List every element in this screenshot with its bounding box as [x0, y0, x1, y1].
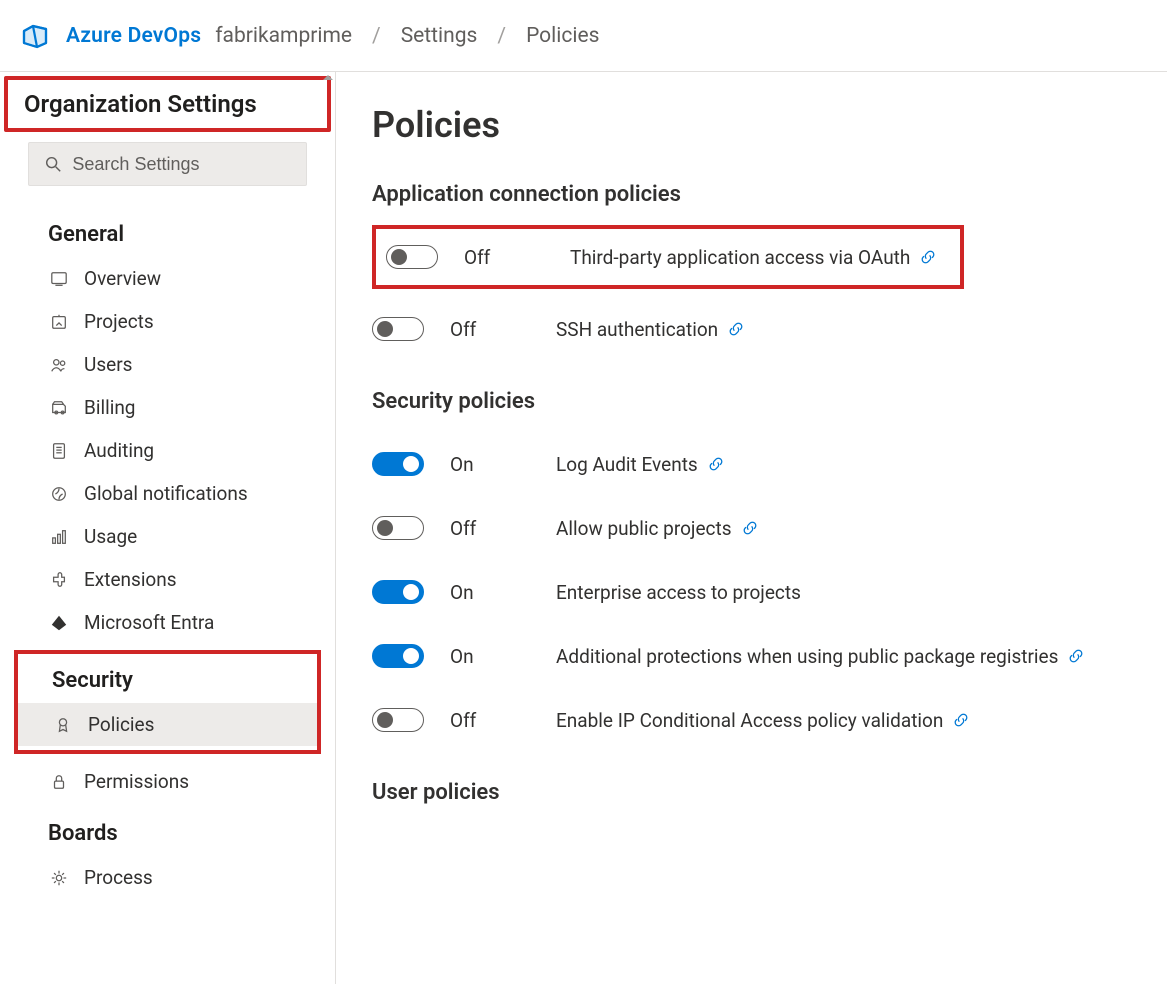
- toggle-state-entacc: On: [450, 581, 538, 604]
- toggle-state-pubproj: Off: [450, 517, 538, 540]
- toggle-state-pkgprot: On: [450, 645, 538, 668]
- sidebar-item-users[interactable]: Users: [0, 343, 335, 386]
- sidebar-item-label: Projects: [84, 310, 154, 333]
- link-icon[interactable]: [953, 712, 969, 728]
- toggle-ipcap[interactable]: [372, 708, 424, 732]
- users-icon: [48, 354, 70, 376]
- azure-devops-logo-icon: [18, 19, 52, 53]
- sidebar-item-billing[interactable]: Billing: [0, 386, 335, 429]
- sidebar-item-usage[interactable]: Usage: [0, 515, 335, 558]
- org-settings-highlight: Organization Settings: [4, 76, 331, 132]
- sidebar-item-auditing[interactable]: Auditing: [0, 429, 335, 472]
- policy-ipcap-row: Off Enable IP Conditional Access policy …: [372, 688, 1131, 752]
- policy-label-pubproj: Allow public projects: [556, 517, 732, 540]
- content-area: Policies Application connection policies…: [336, 72, 1167, 984]
- sidebar-item-label: Policies: [88, 713, 154, 736]
- sidebar-item-overview[interactable]: Overview: [0, 257, 335, 300]
- breadcrumb-org[interactable]: fabrikamprime: [215, 24, 352, 48]
- sidebar-item-label: Permissions: [84, 770, 189, 793]
- sidebar-item-entra[interactable]: Microsoft Entra: [0, 601, 335, 644]
- search-icon: [43, 153, 62, 175]
- breadcrumb-policies[interactable]: Policies: [526, 24, 599, 48]
- page-title: Policies: [372, 104, 1131, 146]
- sidebar-item-process[interactable]: Process: [0, 856, 335, 899]
- policy-label-audit: Log Audit Events: [556, 453, 698, 476]
- sidebar-item-projects[interactable]: Projects: [0, 300, 335, 343]
- auditing-icon: [48, 440, 70, 462]
- link-icon[interactable]: [708, 456, 724, 472]
- toggle-state-audit: On: [450, 453, 538, 476]
- section-app-conn-title: Application connection policies: [372, 182, 1131, 207]
- toggle-ssh[interactable]: [372, 317, 424, 341]
- process-icon: [48, 867, 70, 889]
- group-general-title: General: [0, 204, 335, 257]
- sidebar-item-label: Overview: [84, 267, 161, 290]
- policy-label-entacc: Enterprise access to projects: [556, 581, 801, 604]
- permissions-icon: [48, 771, 70, 793]
- policies-icon: [52, 714, 74, 736]
- policy-oauth-highlight: Off Third-party application access via O…: [372, 225, 964, 289]
- link-icon[interactable]: [742, 520, 758, 536]
- sidebar[interactable]: Organization Settings General Overview: [0, 72, 336, 984]
- policy-pkgprot-row: On Additional protections when using pub…: [372, 624, 1131, 688]
- policy-entacc-row: On Enterprise access to projects: [372, 560, 1131, 624]
- policy-audit-row: On Log Audit Events: [372, 432, 1131, 496]
- toggle-oauth[interactable]: [386, 245, 438, 269]
- policy-pubproj-row: Off Allow public projects: [372, 496, 1131, 560]
- sidebar-item-label: Billing: [84, 396, 135, 419]
- toggle-state-ipcap: Off: [450, 709, 538, 732]
- policy-label-oauth: Third-party application access via OAuth: [570, 246, 910, 269]
- top-bar: Azure DevOps fabrikamprime / Settings / …: [0, 0, 1167, 72]
- sidebar-item-label: Users: [84, 353, 132, 376]
- notifications-icon: [48, 483, 70, 505]
- sidebar-item-policies[interactable]: Policies: [18, 703, 317, 746]
- sidebar-item-label: Global notifications: [84, 482, 248, 505]
- entra-icon: [48, 612, 70, 634]
- toggle-pubproj[interactable]: [372, 516, 424, 540]
- security-group-highlight: Security Policies: [14, 650, 321, 754]
- extensions-icon: [48, 569, 70, 591]
- breadcrumb-settings[interactable]: Settings: [401, 24, 478, 48]
- usage-icon: [48, 526, 70, 548]
- sidebar-item-label: Process: [84, 866, 153, 889]
- policy-label-ipcap: Enable IP Conditional Access policy vali…: [556, 709, 943, 732]
- link-icon[interactable]: [1068, 648, 1084, 664]
- sidebar-title: Organization Settings: [24, 90, 257, 118]
- group-security-title: Security: [18, 658, 317, 703]
- projects-icon: [48, 311, 70, 333]
- search-settings[interactable]: [28, 142, 307, 186]
- sidebar-item-global-notifications[interactable]: Global notifications: [0, 472, 335, 515]
- link-icon[interactable]: [920, 249, 936, 265]
- policy-label-ssh: SSH authentication: [556, 318, 718, 341]
- policy-ssh-row: Off SSH authentication: [372, 297, 1131, 361]
- brand-link[interactable]: Azure DevOps: [66, 24, 201, 48]
- scroll-up-icon: [321, 72, 335, 98]
- sidebar-item-extensions[interactable]: Extensions: [0, 558, 335, 601]
- section-sec-title: Security policies: [372, 389, 1131, 414]
- billing-icon: [48, 397, 70, 419]
- toggle-entacc[interactable]: [372, 580, 424, 604]
- policy-label-pkgprot: Additional protections when using public…: [556, 645, 1058, 668]
- search-input[interactable]: [72, 154, 292, 175]
- link-icon[interactable]: [728, 321, 744, 337]
- section-user-title: User policies: [372, 780, 1131, 805]
- toggle-state-ssh: Off: [450, 318, 538, 341]
- sidebar-item-label: Extensions: [84, 568, 177, 591]
- sidebar-item-label: Usage: [84, 525, 137, 548]
- toggle-pkgprot[interactable]: [372, 644, 424, 668]
- toggle-audit[interactable]: [372, 452, 424, 476]
- sidebar-item-label: Auditing: [84, 439, 154, 462]
- breadcrumb-sep-1: /: [366, 24, 387, 48]
- breadcrumb-sep-2: /: [491, 24, 512, 48]
- group-boards-title: Boards: [0, 803, 335, 856]
- overview-icon: [48, 268, 70, 290]
- toggle-state-oauth: Off: [464, 246, 552, 269]
- sidebar-item-label: Microsoft Entra: [84, 611, 214, 634]
- sidebar-item-permissions[interactable]: Permissions: [0, 760, 335, 803]
